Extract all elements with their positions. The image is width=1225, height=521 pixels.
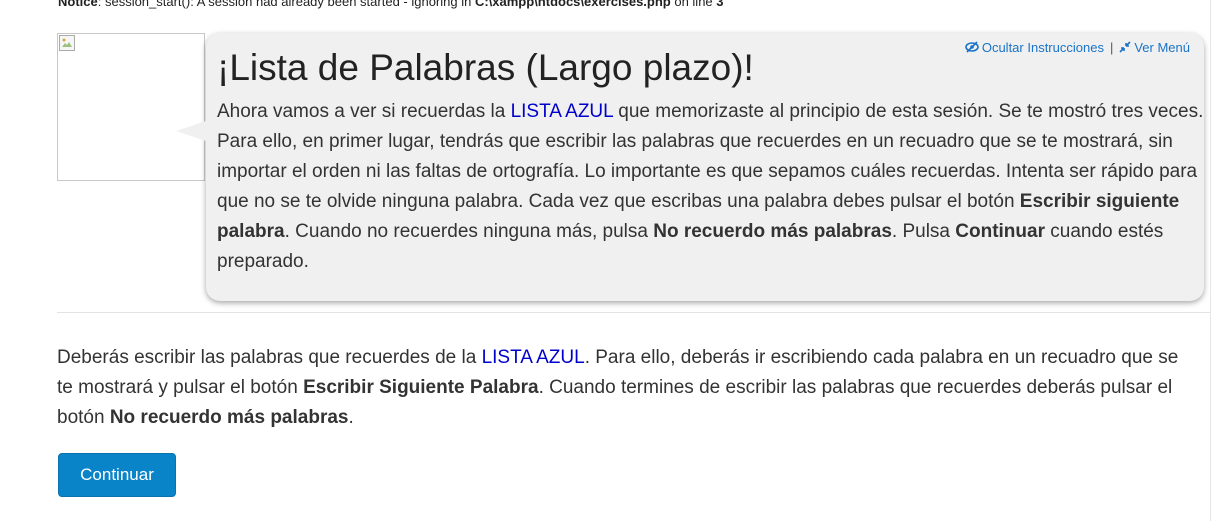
right-edge-rule	[1210, 0, 1211, 521]
instructions-text-3: . Cuando no recuerdes ninguna más, pulsa	[284, 221, 654, 242]
bubble-pointer	[176, 121, 206, 141]
section-divider	[57, 312, 1210, 313]
no-more-words-emphasis: No recuerdo más palabras	[653, 221, 892, 242]
notice-label: Notice	[58, 0, 98, 9]
notice-line: 3	[716, 0, 724, 9]
continue-emphasis: Continuar	[955, 221, 1045, 242]
instructions-text-1: Ahora vamos a ver si recuerdas la	[217, 101, 511, 122]
compress-arrows-icon	[1119, 41, 1131, 53]
eye-slash-icon	[965, 41, 979, 53]
main-write-next-word-emphasis: Escribir Siguiente Palabra	[303, 377, 539, 398]
view-menu-link[interactable]: Ver Menú	[1119, 40, 1190, 55]
assistant-avatar-image	[57, 33, 205, 181]
view-menu-label: Ver Menú	[1134, 40, 1190, 55]
broken-image-icon	[59, 35, 75, 51]
hide-instructions-label: Ocultar Instrucciones	[981, 40, 1104, 55]
instructions-paragraph: Ahora vamos a ver si recuerdas la LISTA …	[217, 97, 1207, 277]
notice-path: C:\xampp\htdocs\exercises.php	[474, 0, 671, 9]
main-blue-list-highlight: LISTA AZUL	[481, 347, 585, 368]
continue-button[interactable]: Continuar	[58, 453, 176, 497]
blue-list-highlight: LISTA AZUL	[510, 101, 614, 122]
notice-text-a: : session_start(): A session had already…	[97, 0, 475, 9]
main-text-4: .	[348, 407, 354, 428]
main-no-more-words-emphasis: No recuerdo más palabras	[109, 407, 349, 428]
instructions-text-4: . Pulsa	[891, 221, 956, 242]
main-instructions: Deberás escribir las palabras que recuer…	[57, 343, 1197, 433]
instructions-bubble: Ocultar Instrucciones | Ver Menú ¡Lista de…	[176, 33, 1207, 301]
page-title: ¡Lista de Palabras (Largo plazo)!	[217, 47, 754, 88]
links-separator: |	[1109, 40, 1114, 55]
notice-text-b: on line	[670, 0, 717, 9]
bubble-links: Ocultar Instrucciones | Ver Menú	[965, 40, 1190, 55]
main-text-1: Deberás escribir las palabras que recuer…	[57, 347, 482, 368]
hide-instructions-link[interactable]: Ocultar Instrucciones	[965, 40, 1104, 55]
php-notice: Notice: session_start(): A session had a…	[58, 0, 724, 9]
